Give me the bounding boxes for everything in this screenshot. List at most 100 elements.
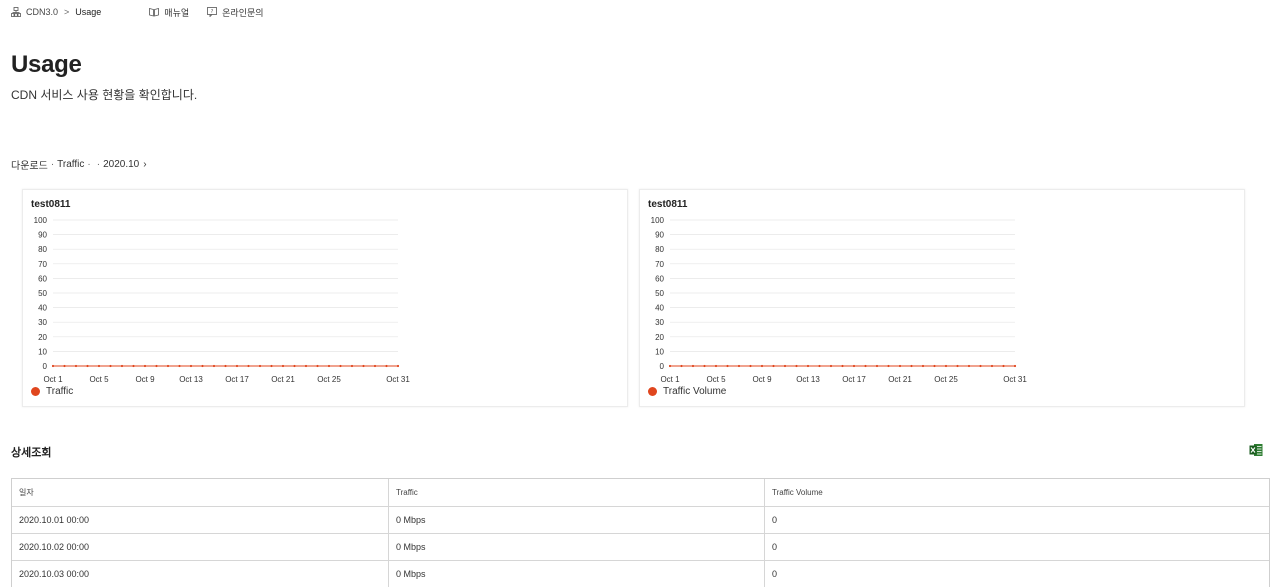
table-header-volume[interactable]: Traffic Volume: [765, 479, 1269, 506]
data-point: [726, 364, 729, 368]
filter-period: 2020.10: [103, 159, 140, 170]
traffic-volume-chart: 0 10 20 30 40 50 60 70 80 90 100 Oct 1 Oct 5 Oct 9 Oct…: [651, 216, 1028, 384]
data-point: [316, 364, 319, 368]
data-point: [201, 364, 204, 368]
data-point: [86, 364, 89, 368]
y-tick-label: 10: [38, 347, 47, 356]
table-row: 2020.10.03 00:00 0 Mbps 0: [12, 560, 1269, 587]
y-tick-label: 40: [655, 304, 664, 313]
data-point: [852, 364, 856, 368]
detail-table: 일자 Traffic Traffic Volume 2020.10.01 00:…: [11, 478, 1270, 587]
data-point: [385, 364, 388, 368]
table-row: 2020.10.02 00:00 0 Mbps 0: [12, 533, 1269, 560]
data-point: [396, 364, 400, 368]
data-point: [680, 364, 683, 368]
y-tick-label: 40: [38, 304, 47, 313]
breadcrumb-root[interactable]: CDN3.0: [26, 7, 58, 17]
traffic-chart: 0 10 20 30 40 50 60 70 80 90 100 Oct 1 Oct 5 Oct 9 Oct…: [34, 216, 411, 384]
data-point: [224, 364, 227, 368]
data-point: [327, 364, 331, 368]
legend-label: Traffic Volume: [663, 386, 727, 397]
y-tick-label: 100: [34, 216, 48, 225]
data-point: [783, 364, 787, 368]
data-point: [933, 364, 936, 368]
table-cell-volume: 0: [772, 569, 778, 579]
top-bar: CDN3.0 > Usage 매뉴얼 ? 온라인문의: [11, 5, 264, 19]
data-point: [921, 364, 925, 368]
data-point: [155, 364, 158, 368]
sitemap-icon: [11, 7, 21, 17]
x-tick-label: Oct 9: [135, 375, 155, 384]
x-tick-label: Oct 1: [43, 375, 63, 384]
chat-icon: ?: [207, 7, 218, 17]
data-point: [212, 364, 216, 368]
x-tick-label: Oct 21: [271, 375, 295, 384]
y-tick-label: 100: [651, 216, 665, 225]
data-point: [304, 364, 308, 368]
data-point: [703, 364, 706, 368]
manual-link[interactable]: 매뉴얼: [149, 6, 189, 19]
chevron-right-icon[interactable]: ›: [143, 159, 146, 170]
y-tick-label: 80: [655, 245, 664, 254]
x-tick-label: Oct 25: [934, 375, 958, 384]
x-tick-label: Oct 5: [89, 375, 109, 384]
data-point: [795, 364, 798, 368]
data-point: [63, 364, 66, 368]
data-point: [691, 364, 695, 368]
chart-legend[interactable]: Traffic Volume: [648, 386, 726, 397]
y-tick-label: 50: [655, 289, 664, 298]
x-tick-label: Oct 31: [386, 375, 410, 384]
y-tick-label: 20: [38, 333, 47, 342]
data-point: [189, 364, 193, 368]
chart-title: test0811: [648, 199, 688, 210]
y-tick-label: 60: [655, 274, 664, 283]
table-cell-traffic: 0 Mbps: [389, 534, 765, 560]
excel-icon[interactable]: [1249, 443, 1263, 457]
table-cell-volume: 0: [772, 542, 778, 552]
filter-summary[interactable]: 다운로드 · Traffic · · 2020.10 ›: [11, 157, 147, 172]
y-tick-label: 30: [38, 318, 47, 327]
y-tick-label: 20: [655, 333, 664, 342]
x-tick-label: Oct 17: [225, 375, 249, 384]
data-point: [1013, 364, 1017, 368]
data-point: [178, 364, 181, 368]
data-point: [132, 364, 135, 368]
svg-text:?: ?: [211, 9, 214, 15]
breadcrumb: CDN3.0 > Usage: [11, 7, 101, 17]
data-point: [898, 364, 902, 368]
x-tick-label: Oct 1: [660, 375, 680, 384]
data-point: [74, 364, 78, 368]
data-point: [749, 364, 752, 368]
data-point: [818, 364, 821, 368]
data-point: [143, 364, 147, 368]
data-point: [737, 364, 741, 368]
data-point: [166, 364, 170, 368]
breadcrumb-separator: >: [64, 7, 70, 17]
y-tick-label: 0: [43, 362, 48, 371]
data-point: [990, 364, 994, 368]
data-point: [97, 364, 101, 368]
traffic-volume-chart-card: 0 10 20 30 40 50 60 70 80 90 100 Oct 1 Oct 5 Oct 9 Oct…: [639, 189, 1245, 407]
chart-legend[interactable]: Traffic: [31, 386, 73, 397]
table-header-date[interactable]: 일자: [12, 479, 389, 506]
page-subtitle: CDN 서비스 사용 현황을 확인합니다.: [11, 88, 198, 102]
table-header-traffic[interactable]: Traffic: [389, 479, 765, 506]
data-point: [373, 364, 377, 368]
table-cell-volume: 0: [772, 515, 778, 525]
traffic-chart-card: 0 10 20 30 40 50 60 70 80 90 100 Oct 1 Oct 5 Oct 9 Oct…: [22, 189, 628, 407]
filter-service: 다운로드: [11, 161, 48, 172]
table-row: 2020.10.01 00:00 0 Mbps 0: [12, 506, 1269, 533]
inquiry-link[interactable]: ? 온라인문의: [207, 6, 264, 19]
data-point: [668, 364, 672, 368]
data-point: [51, 364, 55, 368]
table-cell-traffic: 0 Mbps: [389, 561, 765, 587]
data-point: [362, 364, 365, 368]
data-point: [350, 364, 354, 368]
x-tick-label: Oct 9: [752, 375, 772, 384]
data-point: [979, 364, 982, 368]
y-tick-label: 60: [38, 274, 47, 283]
data-point: [910, 364, 913, 368]
data-point: [772, 364, 775, 368]
data-point: [887, 364, 890, 368]
y-tick-label: 50: [38, 289, 47, 298]
